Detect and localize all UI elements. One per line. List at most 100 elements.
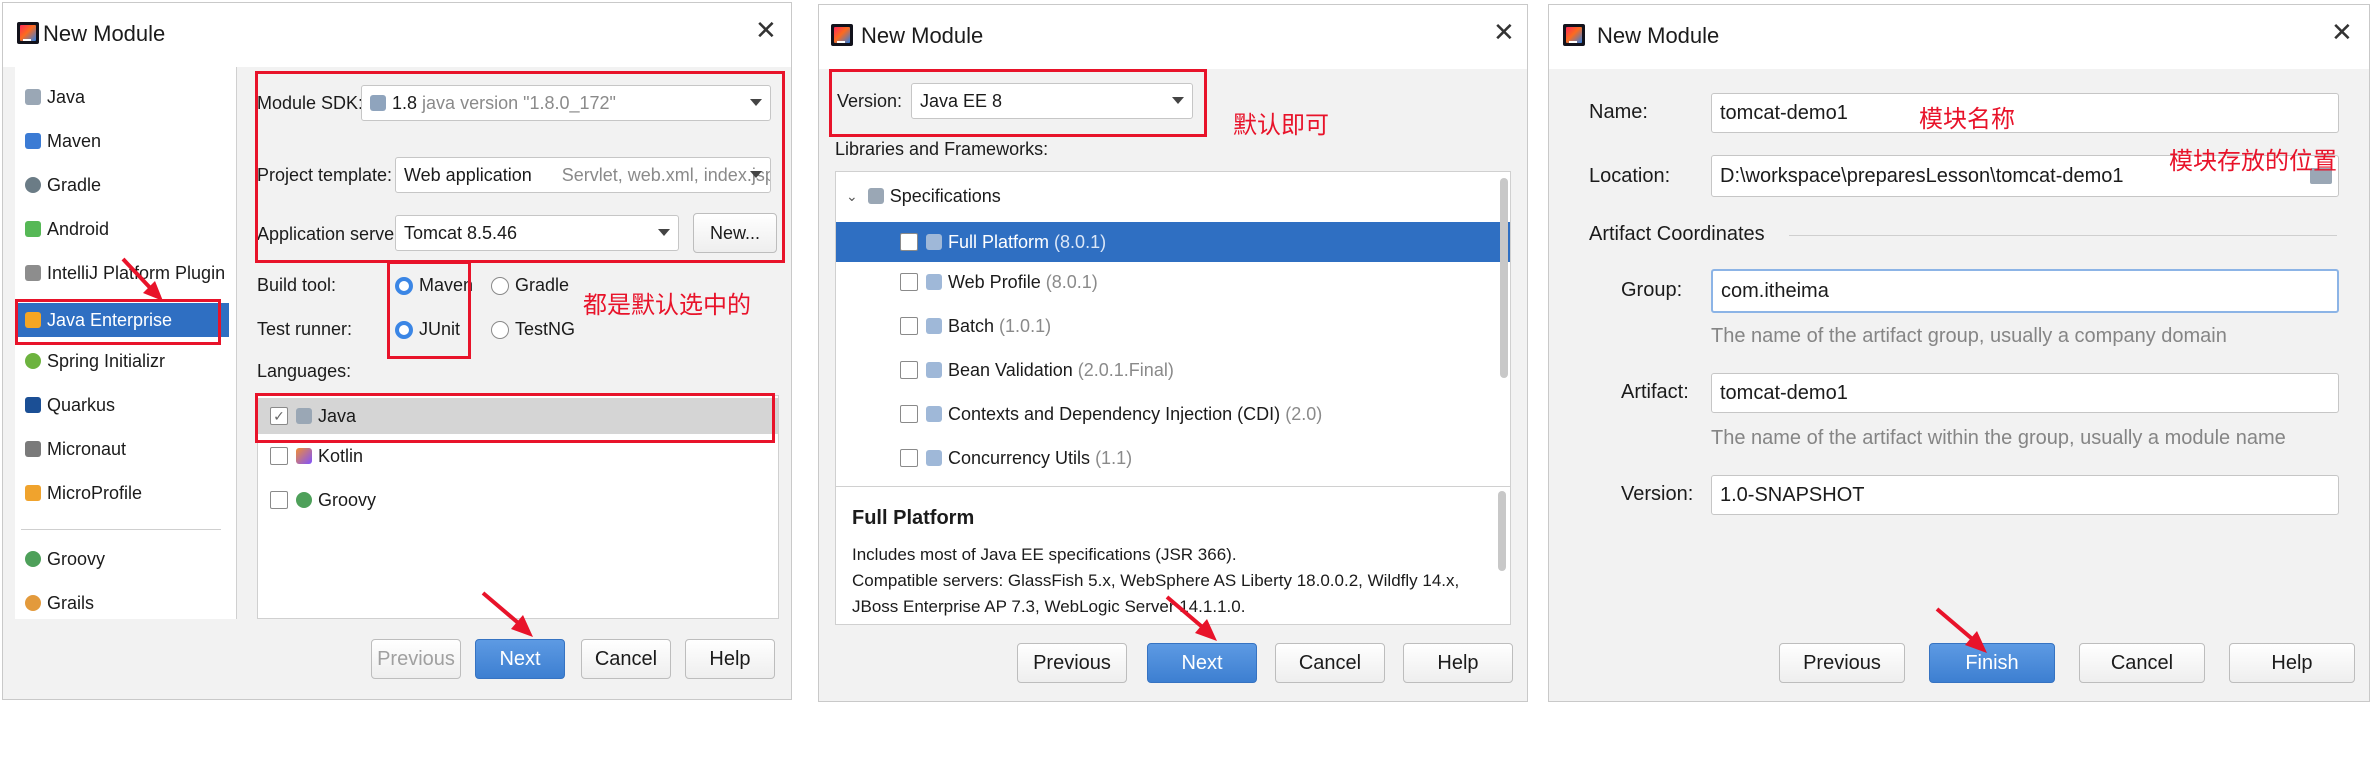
title-bar: New Module ✕ bbox=[1549, 5, 2369, 69]
spec-item-web-profile[interactable]: Web Profile (8.0.1) bbox=[900, 268, 1098, 296]
tree-root-specifications[interactable]: ⌄ Specifications bbox=[846, 182, 1001, 210]
module-sdk-select[interactable]: 1.8 java version "1.8.0_172" bbox=[361, 85, 771, 121]
sidebar-item-maven[interactable]: Maven bbox=[25, 127, 101, 155]
description-line-2: Compatible servers: GlassFish 5.x, WebSp… bbox=[852, 571, 1460, 590]
java-ee-icon bbox=[25, 312, 41, 328]
sidebar-item-quarkus[interactable]: Quarkus bbox=[25, 391, 115, 419]
previous-button[interactable]: Previous bbox=[1017, 643, 1127, 683]
finish-button[interactable]: Finish bbox=[1929, 643, 2055, 683]
next-button[interactable]: Next bbox=[1147, 643, 1257, 683]
libraries-label: Libraries and Frameworks: bbox=[835, 139, 1049, 159]
sidebar-item-grails[interactable]: Grails bbox=[25, 589, 94, 617]
version-label: Version: bbox=[837, 91, 903, 111]
radio-maven[interactable] bbox=[395, 277, 413, 295]
sidebar-item-java[interactable]: Java bbox=[25, 83, 85, 111]
chevron-down-icon bbox=[658, 229, 670, 236]
project-template-select[interactable]: Web application Servlet, web.xml, index.… bbox=[395, 157, 771, 193]
chevron-down-icon bbox=[750, 171, 762, 178]
checkbox-cdi[interactable] bbox=[900, 405, 918, 423]
sidebar-item-microprofile[interactable]: MicroProfile bbox=[25, 479, 142, 507]
spec-icon bbox=[926, 450, 942, 466]
spec-icon bbox=[926, 318, 942, 334]
dialog-new-module-1: New Module ✕ Java Maven Gradle Android I… bbox=[2, 2, 792, 700]
spec-item-batch[interactable]: Batch (1.0.1) bbox=[900, 312, 1051, 340]
sidebar-item-micronaut[interactable]: Micronaut bbox=[25, 435, 126, 463]
spec-item-full-platform[interactable]: Full Platform (8.0.1) bbox=[836, 222, 1510, 262]
checkbox-groovy[interactable] bbox=[270, 491, 288, 509]
checkbox-java[interactable]: ✓ bbox=[270, 407, 288, 425]
language-item-groovy[interactable]: Groovy bbox=[270, 486, 376, 514]
sidebar-item-java-enterprise[interactable]: Java Enterprise bbox=[15, 303, 229, 337]
title-bar: New Module ✕ bbox=[819, 5, 1527, 69]
checkbox-bean-validation[interactable] bbox=[900, 361, 918, 379]
radio-gradle[interactable] bbox=[491, 277, 509, 295]
cancel-button[interactable]: Cancel bbox=[2079, 643, 2205, 683]
checkbox-batch[interactable] bbox=[900, 317, 918, 335]
description-title: Full Platform bbox=[852, 507, 975, 529]
language-item-kotlin[interactable]: Kotlin bbox=[270, 442, 363, 470]
languages-label: Languages: bbox=[257, 361, 352, 381]
annotation-module-name: 模块名称 bbox=[1919, 106, 2015, 133]
sidebar-item-android[interactable]: Android bbox=[25, 215, 109, 243]
spec-icon bbox=[926, 406, 942, 422]
app-server-select[interactable]: Tomcat 8.5.46 bbox=[395, 215, 679, 251]
sidebar-item-gradle[interactable]: Gradle bbox=[25, 171, 101, 199]
spec-item-cdi[interactable]: Contexts and Dependency Injection (CDI) … bbox=[900, 400, 1322, 428]
help-button[interactable]: Help bbox=[2229, 643, 2355, 683]
name-input[interactable]: tomcat-demo1 bbox=[1711, 93, 2339, 133]
help-button[interactable]: Help bbox=[1403, 643, 1513, 683]
java-folder-icon bbox=[25, 89, 41, 105]
project-template-label: Project template: bbox=[257, 165, 393, 185]
name-label: Name: bbox=[1589, 101, 1648, 123]
groovy-icon bbox=[296, 492, 312, 508]
spec-item-bean-validation[interactable]: Bean Validation (2.0.1.Final) bbox=[900, 356, 1174, 384]
sidebar-item-groovy[interactable]: Groovy bbox=[25, 545, 105, 573]
intellij-logo-icon bbox=[17, 22, 39, 44]
close-icon[interactable]: ✕ bbox=[1493, 19, 1515, 45]
radio-junit[interactable] bbox=[395, 321, 413, 339]
version-select[interactable]: Java EE 8 bbox=[911, 83, 1193, 119]
checkbox-web-profile[interactable] bbox=[900, 273, 918, 291]
spec-item-concurrency-utils[interactable]: Concurrency Utils (1.1) bbox=[900, 444, 1132, 472]
artifact-label: Artifact: bbox=[1621, 381, 1689, 403]
test-runner-label: Test runner: bbox=[257, 319, 353, 339]
chevron-down-icon bbox=[750, 99, 762, 106]
previous-button[interactable]: Previous bbox=[1779, 643, 1905, 683]
radio-junit-label: JUnit bbox=[419, 319, 461, 339]
artifact-input[interactable]: tomcat-demo1 bbox=[1711, 373, 2339, 413]
dialog-title: New Module bbox=[43, 21, 166, 46]
description-scrollbar[interactable] bbox=[1498, 491, 1506, 571]
new-server-button[interactable]: New... bbox=[693, 213, 777, 253]
groovy-icon bbox=[25, 551, 41, 567]
sidebar-item-intellij-plugin[interactable]: IntelliJ Platform Plugin bbox=[25, 259, 225, 287]
close-icon[interactable]: ✕ bbox=[755, 17, 777, 43]
tree-scrollbar[interactable] bbox=[1500, 178, 1508, 378]
next-button[interactable]: Next bbox=[475, 639, 565, 679]
description-line-3: JBoss Enterprise AP 7.3, WebLogic Server… bbox=[852, 597, 1246, 616]
language-item-java[interactable]: ✓ Java bbox=[258, 398, 778, 434]
sidebar-item-spring-initializr[interactable]: Spring Initializr bbox=[25, 347, 165, 375]
radio-testng[interactable] bbox=[491, 321, 509, 339]
group-input[interactable]: com.itheima bbox=[1711, 269, 2339, 313]
cancel-button[interactable]: Cancel bbox=[1275, 643, 1385, 683]
checkbox-full-platform[interactable] bbox=[900, 233, 918, 251]
cancel-button[interactable]: Cancel bbox=[581, 639, 671, 679]
group-label: Group: bbox=[1621, 279, 1683, 301]
app-server-label: Application server: bbox=[257, 224, 406, 244]
section-divider bbox=[1789, 235, 2337, 236]
previous-button[interactable]: Previous bbox=[371, 639, 461, 679]
help-button[interactable]: Help bbox=[685, 639, 775, 679]
close-icon[interactable]: ✕ bbox=[2331, 19, 2353, 45]
intellij-logo-icon bbox=[1563, 24, 1585, 46]
checkbox-concurrency-utils[interactable] bbox=[900, 449, 918, 467]
checkbox-kotlin[interactable] bbox=[270, 447, 288, 465]
version-input[interactable]: 1.0-SNAPSHOT bbox=[1711, 475, 2339, 515]
description-line-1: Includes most of Java EE specifications … bbox=[852, 545, 1237, 564]
annotation-default-ok: 默认即可 bbox=[1233, 112, 1329, 139]
gradle-icon bbox=[25, 177, 41, 193]
grails-icon bbox=[25, 595, 41, 611]
frameworks-tree: ⌄ Specifications Full Platform (8.0.1) W… bbox=[835, 171, 1511, 487]
spec-icon bbox=[926, 362, 942, 378]
radio-maven-label: Maven bbox=[419, 275, 474, 295]
maven-icon bbox=[25, 133, 41, 149]
